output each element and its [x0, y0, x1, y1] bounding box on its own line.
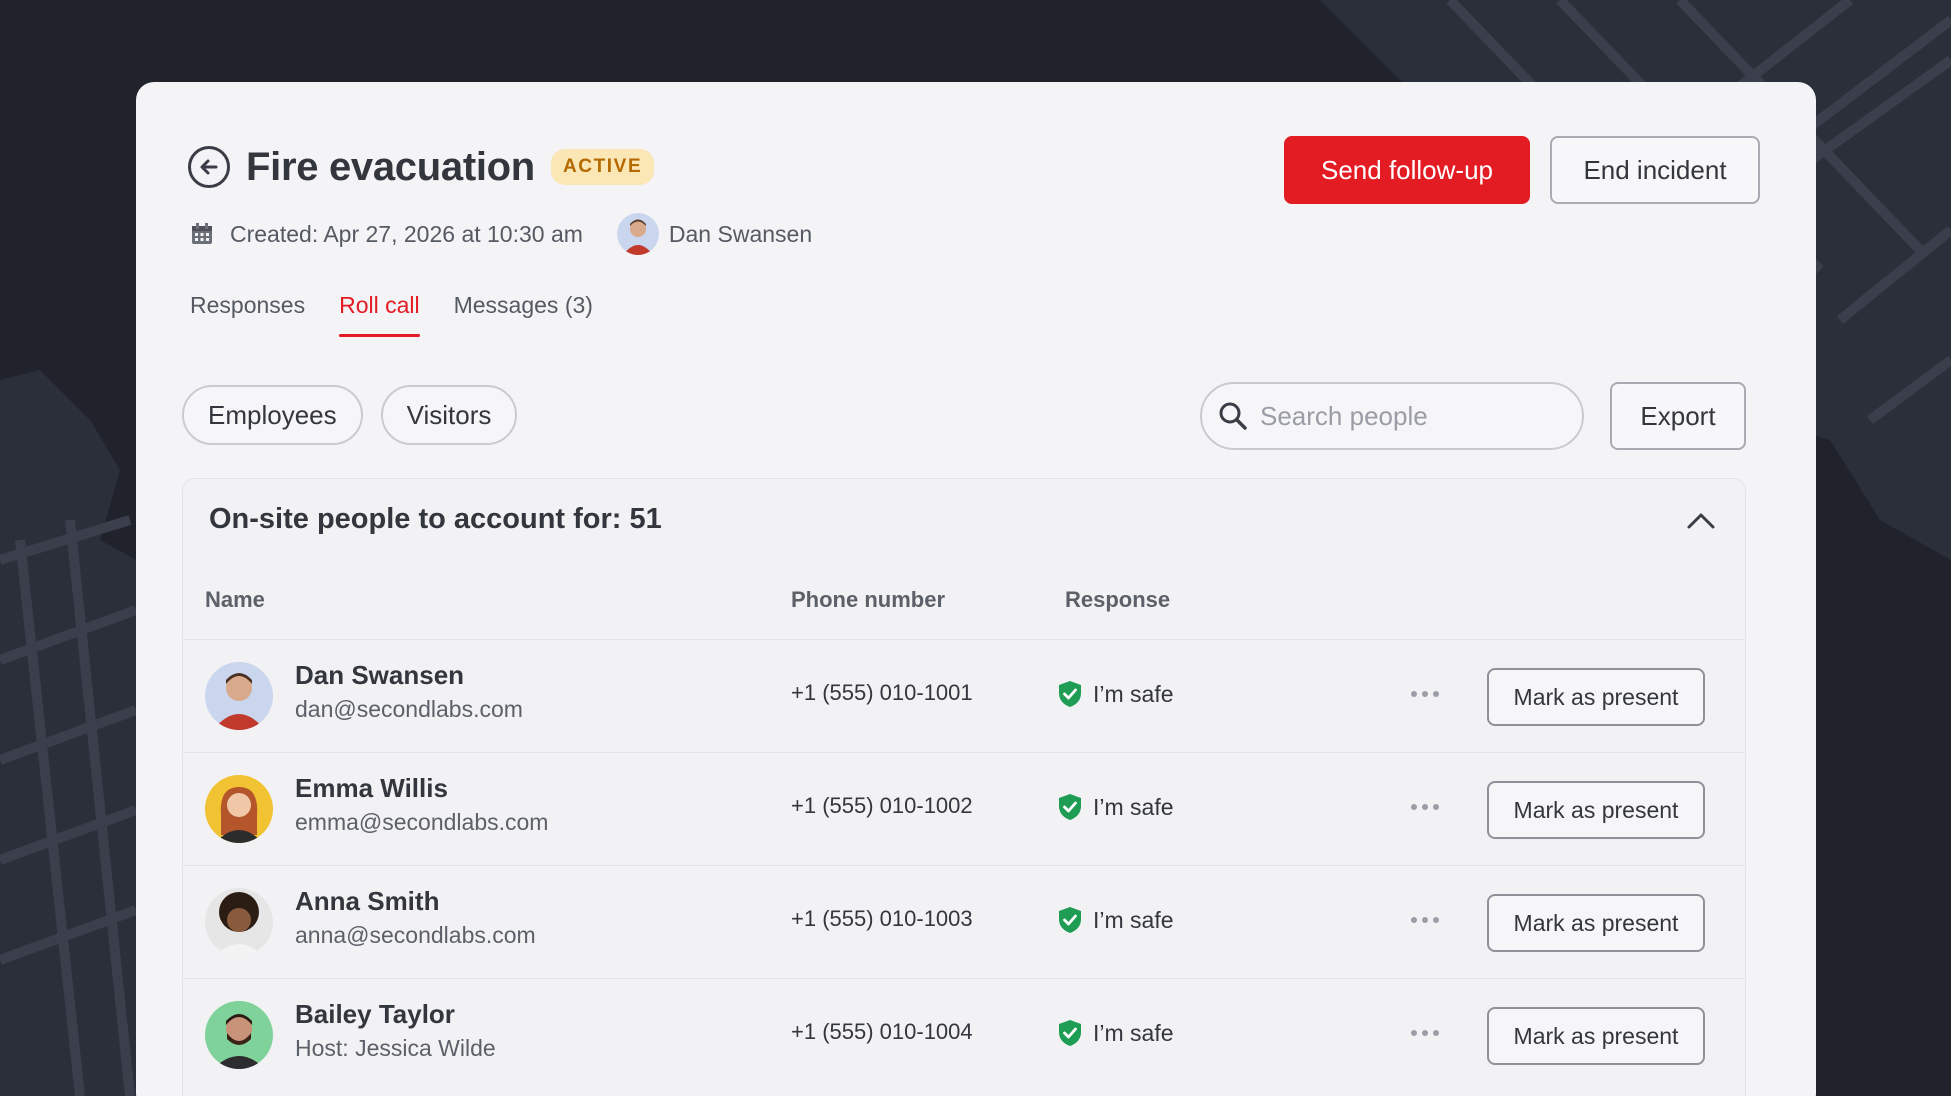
panel-title: On-site people to account for: 51 [209, 503, 662, 535]
export-button[interactable]: Export [1610, 382, 1746, 450]
avatar [205, 888, 273, 956]
search-box [1200, 382, 1584, 450]
table-row[interactable]: Emma Willis emma@secondlabs.com +1 (555)… [183, 752, 1745, 865]
table-row[interactable]: Dan Swansen dan@secondlabs.com +1 (555) … [183, 639, 1745, 752]
tab-messages[interactable]: Messages (3) [454, 292, 593, 337]
back-arrow-icon[interactable] [188, 146, 230, 188]
response-status: I’m safe [1057, 906, 1174, 934]
mark-as-present-button[interactable]: Mark as present [1487, 894, 1705, 952]
filter-employees[interactable]: Employees [182, 385, 363, 445]
person-email: emma@secondlabs.com [295, 809, 549, 835]
person-email: dan@secondlabs.com [295, 696, 523, 722]
shield-check-icon [1059, 794, 1081, 820]
shield-check-icon [1059, 1020, 1081, 1046]
filter-chips: Employees Visitors [182, 385, 518, 445]
table-row[interactable]: Bailey Taylor Host: Jessica Wilde +1 (55… [183, 978, 1745, 1091]
mark-as-present-button[interactable]: Mark as present [1487, 668, 1705, 726]
search-input[interactable] [1260, 400, 1560, 432]
person-name: Emma Willis [295, 773, 448, 803]
chevron-up-icon[interactable] [1683, 503, 1719, 539]
table-row[interactable]: Anna Smith anna@secondlabs.com +1 (555) … [183, 865, 1745, 978]
more-options-icon[interactable] [1405, 795, 1445, 819]
person-name: Dan Swansen [295, 660, 465, 690]
response-status: I’m safe [1057, 1019, 1174, 1047]
person-phone: +1 (555) 010-1001 [791, 680, 973, 705]
more-options-icon[interactable] [1405, 1021, 1445, 1045]
tab-bar: Responses Roll call Messages (3) [190, 292, 593, 337]
person-name: Anna Smith [295, 886, 440, 916]
avatar [616, 213, 659, 255]
response-label: I’m safe [1093, 1019, 1174, 1046]
avatar [205, 1001, 273, 1069]
roll-call-panel: On-site people to account for: 51 Name P… [182, 478, 1746, 1096]
status-badge: ACTIVE [550, 149, 655, 185]
person-phone: +1 (555) 010-1004 [791, 1019, 973, 1044]
tab-roll-call[interactable]: Roll call [339, 292, 420, 337]
incident-header: Fire evacuation ACTIVE Created: Apr 27, … [188, 132, 1760, 262]
response-label: I’m safe [1093, 680, 1174, 707]
response-label: I’m safe [1093, 793, 1174, 820]
avatar [205, 662, 273, 730]
column-phone[interactable]: Phone number [791, 587, 945, 613]
column-name[interactable]: Name [205, 587, 265, 613]
page-title: Fire evacuation [246, 144, 535, 189]
created-date: Created: Apr 27, 2026 at 10:30 am [230, 220, 583, 247]
response-status: I’m safe [1057, 680, 1174, 708]
response-label: I’m safe [1093, 906, 1174, 933]
people-table: Dan Swansen dan@secondlabs.com +1 (555) … [183, 639, 1745, 1091]
shield-check-icon [1059, 907, 1081, 933]
person-name: Bailey Taylor [295, 999, 455, 1029]
more-options-icon[interactable] [1405, 908, 1445, 932]
more-options-icon[interactable] [1405, 682, 1445, 706]
table-header: Name Phone number Response [183, 587, 1745, 627]
avatar [205, 775, 273, 843]
column-response[interactable]: Response [1065, 587, 1170, 613]
person-host: Host: Jessica Wilde [295, 1035, 496, 1061]
creator-name: Dan Swansen [668, 220, 813, 247]
search-icon [1219, 402, 1247, 430]
mark-as-present-button[interactable]: Mark as present [1487, 1007, 1705, 1065]
mark-as-present-button[interactable]: Mark as present [1487, 781, 1705, 839]
person-email: anna@secondlabs.com [295, 922, 536, 948]
calendar-icon [192, 223, 212, 244]
person-phone: +1 (555) 010-1003 [791, 906, 973, 931]
tab-responses[interactable]: Responses [190, 292, 305, 337]
creator: Dan Swansen [616, 213, 813, 255]
filter-visitors[interactable]: Visitors [380, 385, 518, 445]
response-status: I’m safe [1057, 793, 1174, 821]
send-followup-button[interactable]: Send follow-up [1284, 136, 1530, 204]
incident-card: Fire evacuation ACTIVE Created: Apr 27, … [136, 82, 1816, 1096]
end-incident-button[interactable]: End incident [1550, 136, 1760, 204]
person-phone: +1 (555) 010-1002 [791, 793, 973, 818]
shield-check-icon [1059, 681, 1081, 707]
